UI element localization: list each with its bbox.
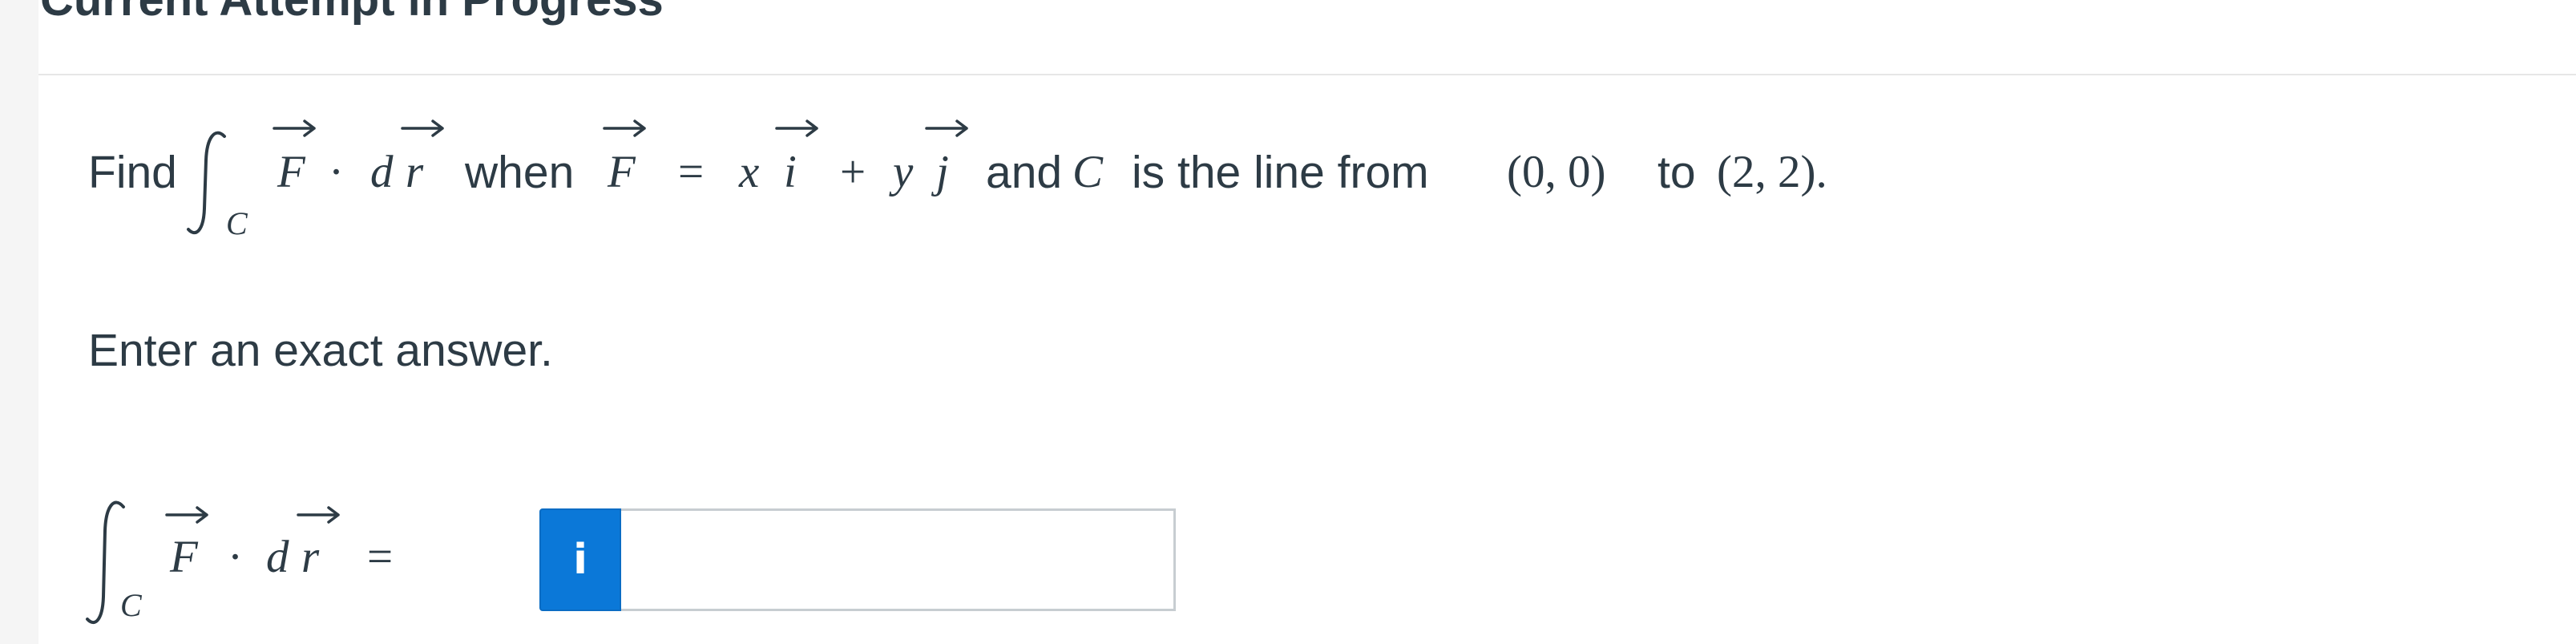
answer-row: C F · d r = i — [80, 489, 1176, 642]
equals-sign: = — [367, 532, 394, 582]
integral-subscript-c: C — [120, 587, 142, 623]
dot-operator: · — [329, 147, 344, 197]
vector-f: F — [277, 147, 305, 197]
and-word: and — [986, 147, 1063, 198]
integral-sign-icon — [187, 131, 226, 235]
when-word: when — [465, 147, 575, 198]
vector-r: r — [301, 532, 320, 582]
vector-arrow-icon — [297, 506, 340, 524]
vector-f: F — [608, 147, 636, 197]
find-word: Find — [88, 147, 177, 198]
answer-input[interactable] — [621, 508, 1176, 611]
vector-arrow-icon — [925, 119, 968, 137]
y-variable: y — [893, 147, 914, 197]
vector-arrow-icon — [401, 119, 444, 137]
vector-i: i — [784, 147, 797, 197]
plus-sign: + — [840, 147, 866, 197]
section-title: Current Attempt in Progress — [40, 0, 664, 24]
vector-arrow-icon — [775, 119, 818, 137]
line-description: is the line from — [1132, 147, 1429, 198]
vector-arrow-icon — [273, 119, 316, 137]
info-icon: i — [573, 536, 587, 584]
to-word: to — [1657, 147, 1696, 198]
x-variable: x — [739, 147, 760, 197]
vector-arrow-icon — [165, 506, 208, 524]
vector-r: r — [406, 147, 424, 197]
differential-d: d — [370, 147, 394, 197]
header-divider — [38, 74, 2576, 75]
left-margin-strip — [0, 0, 38, 644]
vector-arrow-icon — [603, 119, 646, 137]
dot-operator: · — [228, 532, 243, 582]
answer-instruction: Enter an exact answer. — [88, 325, 553, 376]
end-point: (2, 2). — [1717, 147, 1827, 197]
vector-j: j — [936, 147, 949, 197]
integral-subscript-c: C — [226, 205, 248, 241]
vector-f: F — [170, 532, 198, 582]
curve-c: C — [1072, 147, 1104, 197]
differential-d: d — [266, 532, 289, 582]
start-point: (0, 0) — [1507, 147, 1606, 197]
info-button[interactable]: i — [539, 508, 621, 611]
equals-sign: = — [678, 147, 705, 197]
